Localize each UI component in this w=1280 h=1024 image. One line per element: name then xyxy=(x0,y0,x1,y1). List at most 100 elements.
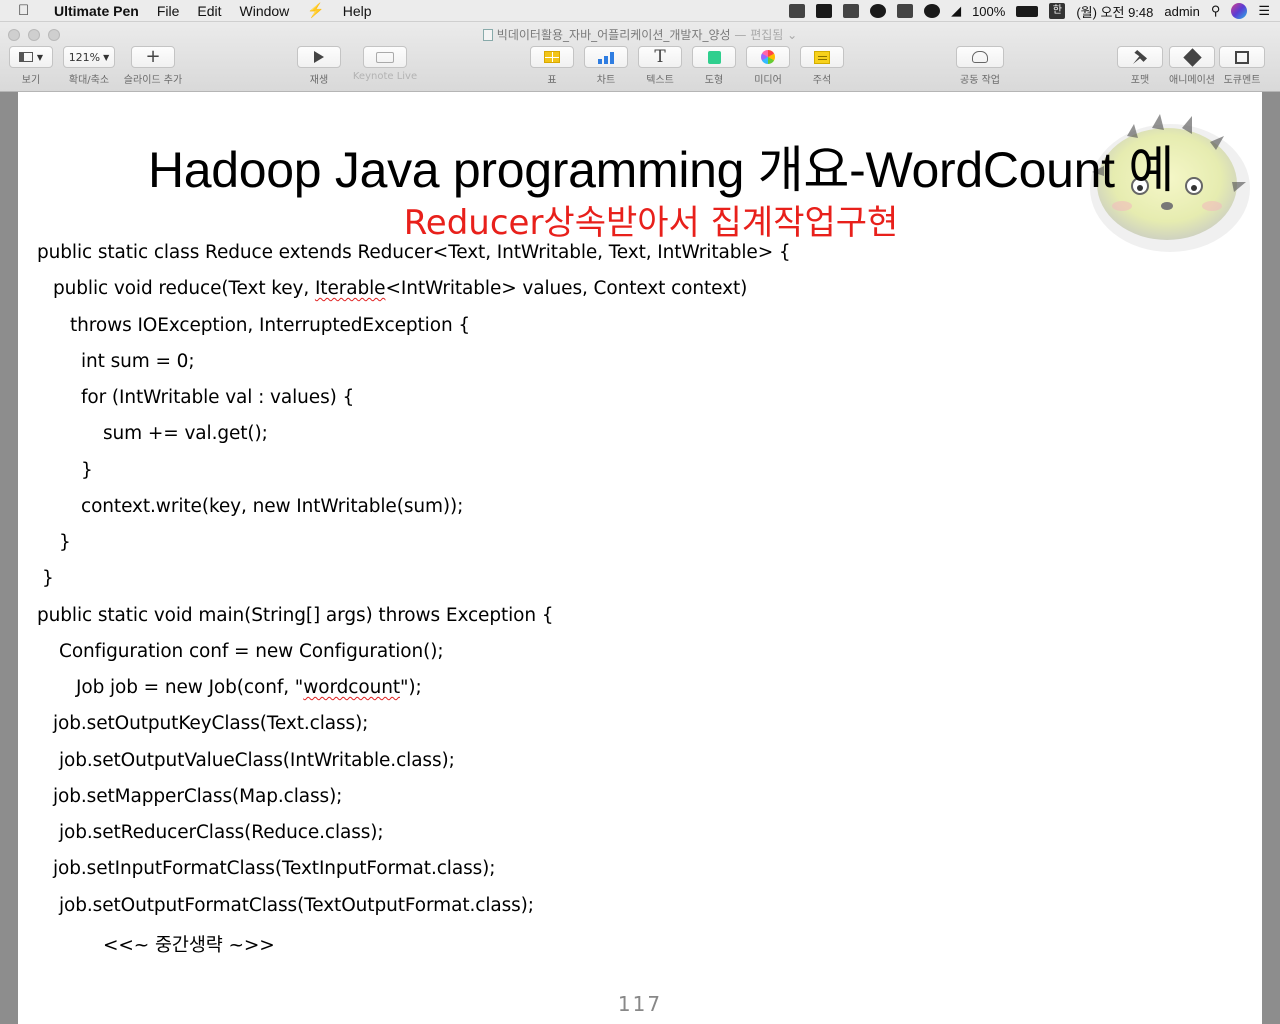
table-icon xyxy=(544,51,560,63)
comment-tool: 주석 xyxy=(799,46,845,86)
wifi-icon[interactable]: ◢ xyxy=(951,3,961,19)
format-button[interactable] xyxy=(1117,46,1163,68)
photos-icon xyxy=(761,50,775,64)
chevron-down-icon: ▼ xyxy=(36,52,44,62)
chat-bubble-icon[interactable] xyxy=(924,4,941,18)
code-line[interactable]: job.setOutputValueClass(IntWritable.clas… xyxy=(59,750,455,771)
code-line[interactable]: <<~ 중간생략 ~>> xyxy=(103,931,275,957)
menu-file[interactable]: File xyxy=(157,3,180,19)
menu-window[interactable]: Window xyxy=(240,3,290,19)
code-line[interactable]: throws IOException, InterruptedException… xyxy=(70,315,470,336)
document-title[interactable]: 빅데이터활용_자바_어플리케이션_개발자_양성 — 편집됨 ⌄ xyxy=(0,26,1280,43)
siri-icon[interactable] xyxy=(1231,3,1248,19)
spotlight-search-icon[interactable]: ⚲ xyxy=(1211,3,1221,19)
zoom-value: 121% xyxy=(68,50,101,64)
plus-icon: + xyxy=(145,46,161,67)
keynote-live-button[interactable] xyxy=(363,46,407,68)
play-button[interactable] xyxy=(297,46,341,68)
keynote-live-icon xyxy=(376,51,394,63)
keynote-live-tool: Keynote Live xyxy=(350,46,420,82)
media-button[interactable] xyxy=(746,46,790,68)
code-line[interactable]: job.setMapperClass(Map.class); xyxy=(53,786,342,807)
diamond-icon xyxy=(1182,47,1202,67)
slide-title[interactable]: Hadoop Java programming 개요-WordCount 예 xyxy=(18,130,1262,202)
animate-button[interactable] xyxy=(1169,46,1215,68)
document-tool: 도큐멘트 xyxy=(1218,46,1266,86)
slide[interactable]: Hadoop Java programming 개요-WordCount 예 R… xyxy=(18,92,1262,1024)
text-button[interactable]: T xyxy=(638,46,682,68)
document-button[interactable] xyxy=(1219,46,1265,68)
slide-canvas[interactable]: Hadoop Java programming 개요-WordCount 예 R… xyxy=(0,92,1280,1024)
paintbrush-icon xyxy=(1133,50,1147,64)
chart-icon xyxy=(598,51,614,64)
code-line[interactable]: } xyxy=(42,568,54,589)
lightning-icon[interactable]: ⚡ xyxy=(307,2,324,19)
add-slide-label: 슬라이드 추가 xyxy=(123,75,183,86)
code-segment: <IntWritable> values, Context context) xyxy=(385,278,748,299)
document-icon xyxy=(482,29,493,41)
shape-button[interactable] xyxy=(692,46,736,68)
input-source-indicator[interactable]: 한 xyxy=(1049,3,1066,19)
screen-share-icon[interactable] xyxy=(897,4,914,18)
text-tool: T 텍스트 xyxy=(637,46,683,86)
media-label: 미디어 xyxy=(754,75,782,86)
document-title-text: 빅데이터활용_자바_어플리케이션_개발자_양성 xyxy=(496,28,731,42)
comment-button[interactable] xyxy=(800,46,844,68)
menu-edit[interactable]: Edit xyxy=(197,3,221,19)
code-line[interactable]: public static class Reduce extends Reduc… xyxy=(37,242,791,263)
battery-percent[interactable]: 100% xyxy=(972,4,1005,19)
code-line[interactable]: public void reduce(Text key, Iterable<In… xyxy=(53,278,747,299)
code-line[interactable]: job.setOutputFormatClass(TextOutputForma… xyxy=(59,895,534,916)
menubar-clock[interactable]: (월) 오전 9:48 xyxy=(1076,2,1153,21)
shape-tool: 도형 xyxy=(691,46,737,86)
table-button[interactable] xyxy=(530,46,574,68)
code-line[interactable]: sum += val.get(); xyxy=(103,423,268,444)
view-tool: ▼ 보기 xyxy=(8,46,54,86)
text-icon: T xyxy=(654,47,666,67)
code-line[interactable]: public static void main(String[] args) t… xyxy=(37,605,554,626)
code-line[interactable]: for (IntWritable val : values) { xyxy=(81,387,354,408)
code-line[interactable]: } xyxy=(59,532,71,553)
slide-subtitle[interactable]: Reducer상속받아서 집계작업구현 xyxy=(18,195,1262,244)
chart-button[interactable] xyxy=(584,46,628,68)
code-segment: Job job = new Job(conf, " xyxy=(76,677,304,698)
chart-label: 차트 xyxy=(596,75,616,86)
apple-menu-icon[interactable]:  xyxy=(18,2,36,19)
menu-help[interactable]: Help xyxy=(343,3,372,19)
app-menu[interactable]: Ultimate Pen xyxy=(54,3,139,19)
code-line[interactable]: Configuration conf = new Configuration()… xyxy=(59,641,444,662)
format-tool: 포맷 xyxy=(1116,46,1164,86)
shape-icon xyxy=(707,50,721,64)
collaborate-label: 공동 작업 xyxy=(960,75,1000,86)
code-line[interactable]: job.setReducerClass(Reduce.class); xyxy=(59,822,384,843)
code-line[interactable]: context.write(key, new IntWritable(sum))… xyxy=(81,496,463,517)
command-icon[interactable] xyxy=(816,4,833,18)
d-app-icon[interactable] xyxy=(843,4,860,18)
spellcheck-word: wordcount xyxy=(303,677,400,698)
document-label: 도큐멘트 xyxy=(1223,75,1261,86)
code-line[interactable]: job.setInputFormatClass(TextInputFormat.… xyxy=(53,858,496,879)
battery-icon[interactable] xyxy=(1016,5,1039,17)
shape-label: 도형 xyxy=(704,75,724,86)
dropbox-icon[interactable] xyxy=(789,4,806,18)
code-segment: "); xyxy=(400,677,422,698)
chart-tool: 차트 xyxy=(583,46,629,86)
code-line[interactable]: job.setOutputKeyClass(Text.class); xyxy=(53,713,368,734)
comment-label: 주석 xyxy=(812,75,832,86)
code-line[interactable]: Job job = new Job(conf, "wordcount"); xyxy=(76,677,422,698)
notification-center-icon[interactable]: ☰ xyxy=(1258,3,1270,19)
view-button[interactable]: ▼ xyxy=(9,46,53,68)
cloud-icon[interactable] xyxy=(870,4,887,18)
menubar-user[interactable]: admin xyxy=(1164,4,1199,19)
add-slide-button[interactable]: + xyxy=(131,46,175,68)
zoom-select[interactable]: 121% ▼ xyxy=(63,46,115,68)
code-line[interactable]: } xyxy=(81,460,93,481)
document-edited-status: — 편집됨 ⌄ xyxy=(734,28,798,42)
menu-bar:  Ultimate Pen File Edit Window ⚡ Help ◢… xyxy=(0,0,1280,22)
status-area: ◢ 100% 한 (월) 오전 9:48 admin ⚲ ☰ xyxy=(789,0,1270,22)
animate-label: 애니메이션 xyxy=(1169,75,1215,86)
collaborate-button[interactable] xyxy=(956,46,1004,68)
play-label: 재생 xyxy=(309,75,329,86)
code-line[interactable]: int sum = 0; xyxy=(81,351,195,372)
table-tool: 표 xyxy=(529,46,575,86)
